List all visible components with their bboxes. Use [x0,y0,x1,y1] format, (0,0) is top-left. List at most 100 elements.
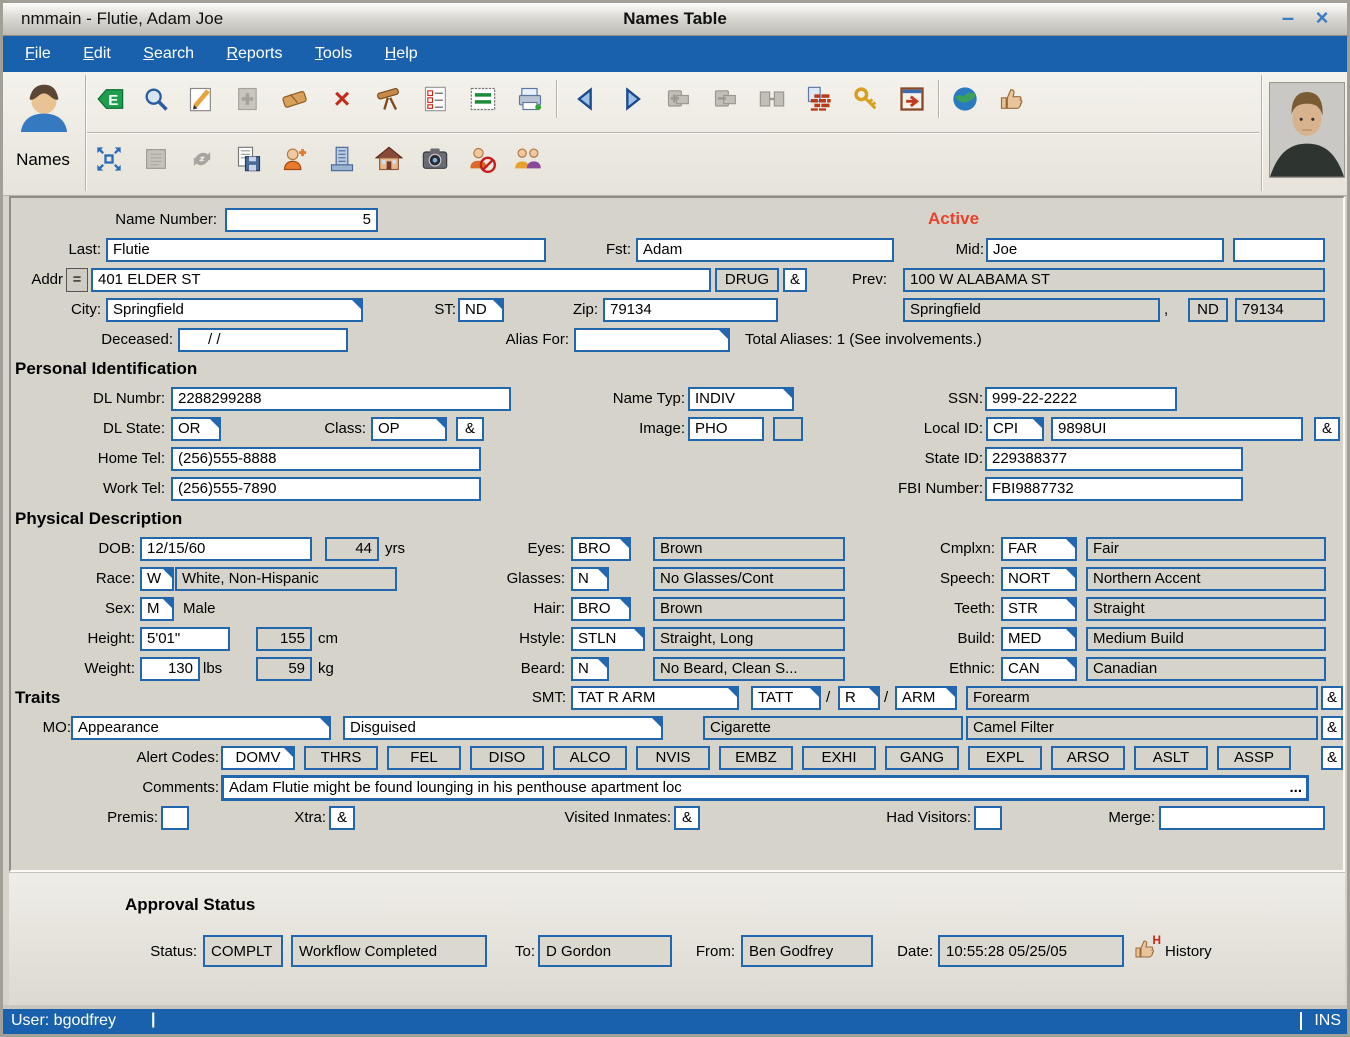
smt-part-combo[interactable]: ARM [895,686,957,710]
merge-field[interactable] [1159,806,1325,830]
dl-class-combo[interactable]: OP [371,417,447,441]
weight-field[interactable]: 130 [140,657,200,681]
address-house-icon[interactable] [371,142,407,176]
edit-icon[interactable] [183,82,219,116]
merge-record-icon-disabled[interactable] [661,82,697,116]
alert-code-box[interactable]: ASLT [1134,746,1208,770]
address-flag-field[interactable]: DRUG [715,268,779,292]
height-field[interactable]: 5'01" [140,627,230,651]
name-number-field[interactable]: 5 [225,208,378,232]
visited-inmates-button[interactable]: & [674,806,700,830]
dob-field[interactable]: 12/15/60 [140,537,312,561]
state-combo[interactable]: ND [458,298,504,322]
exit-record-icon[interactable]: E [93,82,129,116]
ethnic-combo[interactable]: CAN [1001,657,1077,681]
names-module-button[interactable]: Names [3,72,83,196]
hair-combo[interactable]: BRO [571,597,631,621]
firewall-report-icon[interactable] [801,82,837,116]
fbi-number-field[interactable]: FBI9887732 [985,477,1243,501]
alert-code-box[interactable]: FEL [387,746,461,770]
history-thumb-icon[interactable]: H [1133,937,1159,963]
home-tel-field[interactable]: (256)555-8888 [171,447,481,471]
menu-help[interactable]: Help [371,36,432,72]
alert-code-box[interactable]: DOMV [221,746,295,770]
deceased-field[interactable]: / / [178,328,348,352]
state-id-field[interactable]: 229388377 [985,447,1243,471]
work-tel-field[interactable]: (256)555-7890 [171,477,481,501]
delete-icon[interactable]: × [324,82,360,116]
complexion-combo[interactable]: FAR [1001,537,1077,561]
alert-code-box[interactable]: NVIS [636,746,710,770]
alert-code-box[interactable]: DISO [470,746,544,770]
smt-more-button[interactable]: & [1321,686,1343,710]
mo-combo-2[interactable]: Disguised [343,716,663,740]
alert-code-box[interactable]: ARSO [1051,746,1125,770]
suffix-field[interactable] [1233,238,1325,262]
lineup-people-icon[interactable] [510,142,546,176]
alert-code-box[interactable]: THRS [304,746,378,770]
comments-field[interactable]: Adam Flutie might be found lounging in h… [221,775,1309,801]
menu-search[interactable]: Search [129,36,208,72]
beard-combo[interactable]: N [571,657,609,681]
web-globe-icon[interactable] [947,82,983,116]
menu-edit[interactable]: Edit [69,36,125,72]
next-record-icon[interactable] [614,82,650,116]
address-more-button[interactable]: & [783,268,807,292]
last-name-field[interactable]: Flutie [106,238,546,262]
previous-record-icon[interactable] [568,82,604,116]
search-icon[interactable] [138,82,174,116]
build-combo[interactable]: MED [1001,627,1077,651]
alert-code-box[interactable]: GANG [885,746,959,770]
alert-more-button[interactable]: & [1321,746,1343,770]
image-field[interactable]: PHO [688,417,764,441]
mo-more-button[interactable]: & [1321,716,1343,740]
notes-icon-disabled[interactable] [138,142,174,176]
alert-code-box[interactable]: ASSP [1217,746,1291,770]
sex-combo[interactable]: M [140,597,174,621]
smt-side-combo[interactable]: R [838,686,880,710]
history-link[interactable]: History [1165,943,1212,960]
address-field[interactable]: 401 ELDER ST [91,268,711,292]
premis-field[interactable] [161,806,189,830]
zip-field[interactable]: 79134 [603,298,778,322]
had-visitors-field[interactable] [974,806,1002,830]
ssn-field[interactable]: 999-22-2222 [985,387,1177,411]
checklist-icon[interactable] [418,82,454,116]
hstyle-combo[interactable]: STLN [571,627,645,651]
alert-code-box[interactable]: EXHI [802,746,876,770]
speech-combo[interactable]: NORT [1001,567,1077,591]
alias-for-combo[interactable] [574,328,730,352]
mo-combo-1[interactable]: Appearance [71,716,331,740]
close-button[interactable]: × [1307,5,1337,31]
local-id-type-combo[interactable]: CPI [986,417,1044,441]
xtra-button[interactable]: & [329,806,355,830]
menu-reports[interactable]: Reports [212,36,296,72]
unmerge-record-icon-disabled[interactable] [708,82,744,116]
city-combo[interactable]: Springfield [106,298,363,322]
expand-view-icon[interactable] [91,142,127,176]
add-record-icon-disabled[interactable] [230,82,266,116]
mugshot-camera-icon[interactable] [417,142,453,176]
image-aux-field[interactable] [773,417,803,441]
address-equal-button[interactable]: = [66,268,88,292]
alert-code-box[interactable]: EMBZ [719,746,793,770]
split-record-icon-disabled[interactable] [754,82,790,116]
exit-application-icon[interactable] [894,82,930,116]
dl-state-combo[interactable]: OR [171,417,221,441]
involvement-list-icon[interactable] [465,82,501,116]
eyes-combo[interactable]: BRO [571,537,631,561]
alert-code-box[interactable]: ALCO [553,746,627,770]
first-name-field[interactable]: Adam [636,238,894,262]
minimize-button[interactable]: – [1273,5,1303,31]
dl-class-more-button[interactable]: & [456,417,484,441]
smt-type-combo[interactable]: TATT [751,686,821,710]
menu-tools[interactable]: Tools [301,36,366,72]
local-id-more-button[interactable]: & [1314,417,1340,441]
spyglass-icon[interactable] [371,82,407,116]
add-person-icon[interactable] [277,142,313,176]
business-building-icon[interactable] [324,142,360,176]
print-icon[interactable] [512,82,548,116]
middle-name-field[interactable]: Joe [986,238,1224,262]
smt-combo[interactable]: TAT R ARM [571,686,739,710]
block-person-icon[interactable] [464,142,500,176]
